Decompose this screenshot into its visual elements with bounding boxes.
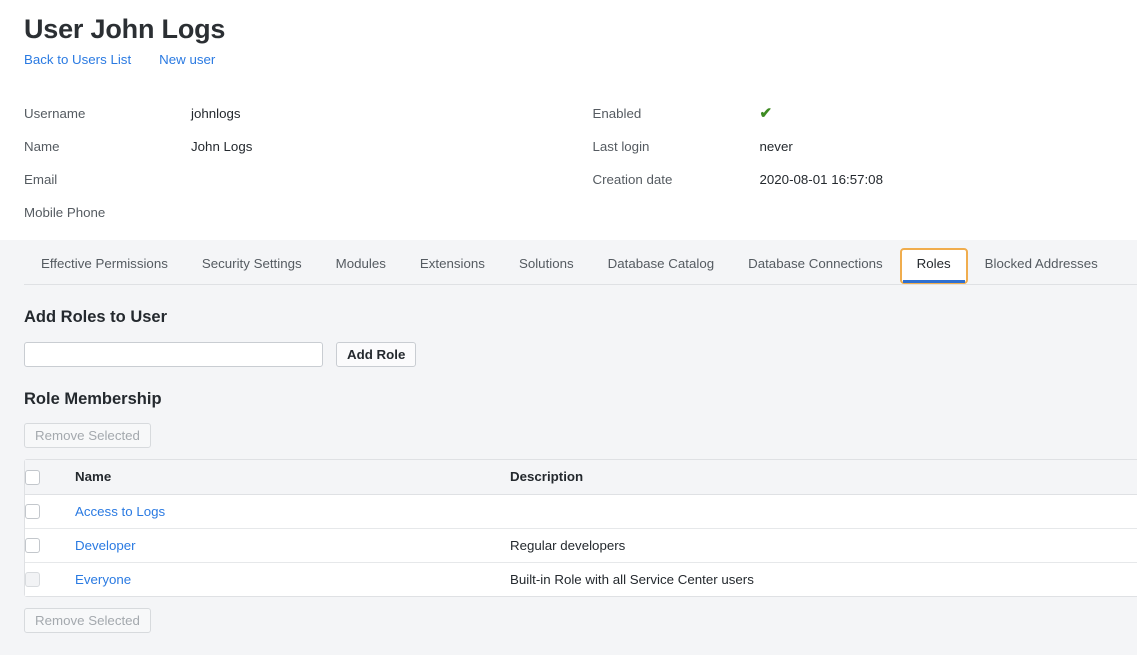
row-select-cell bbox=[25, 561, 75, 596]
remove-selected-button-bottom[interactable]: Remove Selected bbox=[24, 608, 151, 633]
tab-security-settings[interactable]: Security Settings bbox=[185, 248, 319, 284]
row-description-cell: Regular developers bbox=[510, 527, 1137, 562]
role-link[interactable]: Everyone bbox=[75, 572, 131, 587]
tab-extensions[interactable]: Extensions bbox=[403, 248, 502, 284]
add-role-form: Add Role bbox=[24, 342, 1137, 367]
row-name-cell: Access to Logs bbox=[75, 494, 510, 528]
role-link[interactable]: Access to Logs bbox=[75, 504, 165, 519]
row-checkbox[interactable] bbox=[25, 537, 40, 553]
role-description: Built-in Role with all Service Center us… bbox=[510, 571, 754, 587]
table-header-name: Name bbox=[75, 460, 510, 495]
select-all-checkbox[interactable] bbox=[25, 469, 40, 485]
row-checkbox[interactable] bbox=[25, 503, 40, 519]
detail-label-enabled: Enabled bbox=[592, 106, 642, 121]
check-icon: ✔ bbox=[759, 105, 773, 122]
detail-label-name: Name bbox=[24, 139, 60, 154]
row-select-cell bbox=[25, 527, 75, 562]
add-role-button[interactable]: Add Role bbox=[336, 342, 417, 367]
role-link[interactable]: Developer bbox=[75, 538, 136, 553]
detail-value-username: johnlogs bbox=[191, 106, 241, 121]
back-to-users-list-link[interactable]: Back to Users List bbox=[24, 52, 131, 67]
detail-value-name: John Logs bbox=[191, 139, 253, 154]
header-action-links: Back to Users List New user bbox=[24, 52, 1137, 67]
row-name-cell: Developer bbox=[75, 527, 510, 562]
table-header-row: Name Description bbox=[25, 460, 1137, 495]
row-checkbox bbox=[25, 572, 40, 588]
role-membership-heading: Role Membership bbox=[24, 390, 162, 408]
detail-row-name: Name John Logs bbox=[24, 130, 581, 163]
tab-roles[interactable]: Roles bbox=[899, 248, 968, 284]
detail-label-last-login: Last login bbox=[592, 139, 650, 154]
tab-database-connections[interactable]: Database Connections bbox=[731, 248, 900, 284]
tab-bar: Effective Permissions Security Settings … bbox=[24, 240, 1137, 285]
user-summary-panel: User John Logs Back to Users List New us… bbox=[0, 0, 1137, 240]
detail-value-creation-date: 2020-08-01 16:57:08 bbox=[759, 172, 883, 187]
tab-solutions[interactable]: Solutions bbox=[502, 248, 591, 284]
roles-panel: Effective Permissions Security Settings … bbox=[0, 240, 1137, 655]
page-title: User John Logs bbox=[24, 14, 226, 44]
table-row: Developer Regular developers bbox=[25, 527, 1137, 562]
tab-database-catalog[interactable]: Database Catalog bbox=[591, 248, 731, 284]
detail-label-mobile-phone: Mobile Phone bbox=[24, 205, 106, 220]
row-name-cell: Everyone bbox=[75, 561, 510, 596]
table-header-description: Description bbox=[510, 460, 1137, 495]
detail-row-creation-date: Creation date 2020-08-01 16:57:08 bbox=[593, 163, 1137, 196]
tab-modules[interactable]: Modules bbox=[319, 248, 403, 284]
role-description: Regular developers bbox=[510, 537, 626, 553]
detail-label-creation-date: Creation date bbox=[592, 172, 673, 187]
new-user-link[interactable]: New user bbox=[159, 52, 215, 67]
table-header-select-all bbox=[25, 460, 75, 495]
role-membership-table-container: Name Description Access to Logs Develope… bbox=[24, 459, 1137, 597]
tab-blocked-addresses[interactable]: Blocked Addresses bbox=[968, 248, 1115, 284]
table-row: Access to Logs bbox=[25, 494, 1137, 528]
detail-label-email: Email bbox=[24, 172, 58, 187]
user-details-left-column: Username johnlogs Name John Logs Email M… bbox=[24, 97, 581, 229]
detail-value-last-login: never bbox=[759, 139, 793, 154]
detail-row-username: Username johnlogs bbox=[24, 97, 581, 130]
user-details-right-column: Enabled ✔ Last login never Creation date… bbox=[581, 97, 1137, 229]
row-select-cell bbox=[25, 494, 75, 528]
detail-row-enabled: Enabled ✔ bbox=[593, 97, 1137, 130]
table-row: Everyone Built-in Role with all Service … bbox=[25, 561, 1137, 596]
remove-selected-button-top[interactable]: Remove Selected bbox=[24, 423, 151, 448]
detail-row-email: Email bbox=[24, 163, 581, 196]
add-role-input[interactable] bbox=[24, 342, 323, 367]
user-details-grid: Username johnlogs Name John Logs Email M… bbox=[24, 97, 1137, 229]
role-membership-table: Name Description Access to Logs Develope… bbox=[25, 460, 1137, 596]
tab-effective-permissions[interactable]: Effective Permissions bbox=[24, 248, 185, 284]
row-description-cell: Built-in Role with all Service Center us… bbox=[510, 561, 1137, 596]
row-description-cell bbox=[510, 494, 1137, 528]
detail-row-mobile-phone: Mobile Phone bbox=[24, 196, 581, 229]
detail-row-last-login: Last login never bbox=[593, 130, 1137, 163]
add-roles-heading: Add Roles to User bbox=[24, 308, 168, 326]
detail-label-username: Username bbox=[24, 106, 86, 121]
